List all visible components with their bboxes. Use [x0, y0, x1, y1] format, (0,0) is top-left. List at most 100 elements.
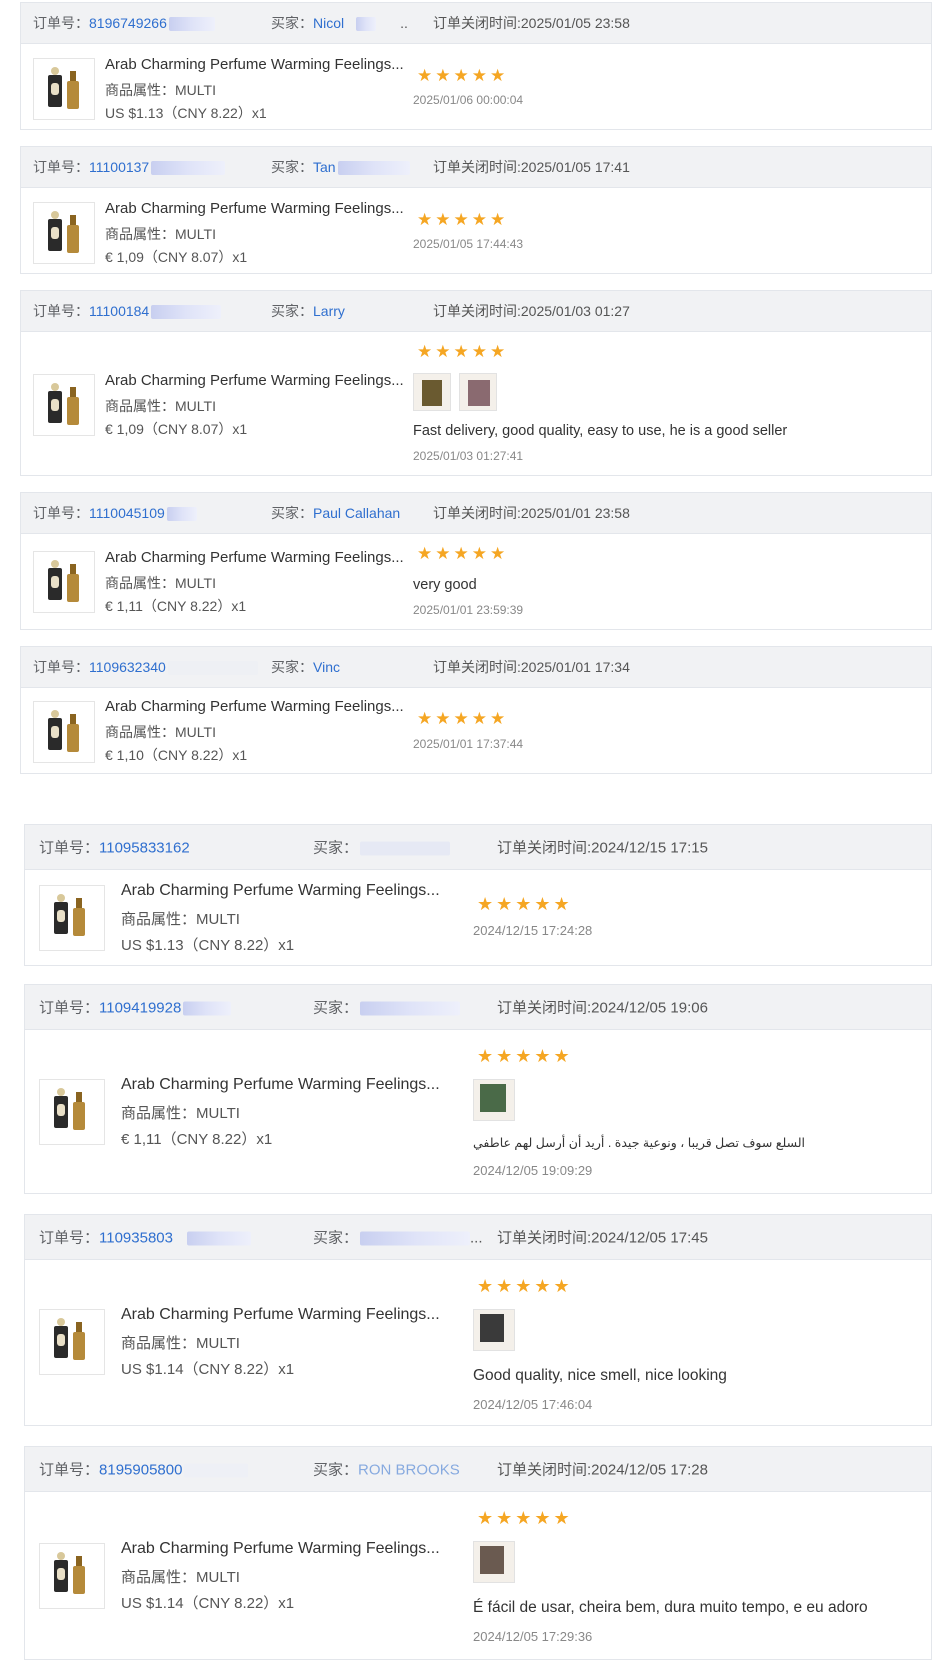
close-time: 订单关闭时间:2025/01/01 23:58 [433, 505, 630, 521]
product-attr: 商品属性：MULTI [105, 226, 216, 242]
order-card: 订单号：11100184 买家：Larry 订单关闭时间:2025/01/03 … [20, 290, 932, 476]
order-header: 订单号：110935803 买家：... 订单关闭时间:2024/12/05 1… [25, 1215, 931, 1260]
rating-stars: ★★★★★ [417, 66, 509, 85]
product-price: € 1,09（CNY 8.07）x1 [105, 249, 248, 265]
order-header: 订单号：11100184 买家：Larry 订单关闭时间:2025/01/03 … [21, 291, 931, 332]
order-number-link[interactable]: 11095833162 [99, 840, 190, 857]
order-number-link[interactable]: 1109632340 [89, 659, 166, 675]
review-date: 2024/12/05 17:46:04 [473, 1397, 593, 1412]
close-time: 订单关闭时间:2024/12/05 19:06 [497, 999, 708, 1017]
product-attr: 商品属性：MULTI [121, 1335, 240, 1352]
buyer: 买家： [313, 837, 451, 858]
order-card: 订单号：11095833162 买家： 订单关闭时间:2024/12/15 17… [24, 824, 932, 966]
product-image[interactable] [39, 1543, 105, 1609]
review-date: 2025/01/01 17:37:44 [413, 737, 524, 751]
rating-stars: ★★★★★ [417, 342, 509, 361]
product-title[interactable]: Arab Charming Perfume Warming Feelings..… [105, 56, 404, 73]
order-header: 订单号：11100137 买家：Tan 订单关闭时间:2025/01/05 17… [21, 147, 931, 188]
order-card: 订单号：1109419928 买家： 订单关闭时间:2024/12/05 19:… [24, 984, 932, 1194]
product-image[interactable] [39, 1079, 105, 1145]
order-card: 订单号：1110045109 买家：Paul Callahan 订单关闭时间:2… [20, 492, 932, 630]
order-card: 订单号：11100137 买家：Tan 订单关闭时间:2025/01/05 17… [20, 146, 932, 274]
buyer-link[interactable]: RON BROOKS [358, 1462, 460, 1479]
buyer-link[interactable]: Larry [313, 303, 345, 319]
rating-stars: ★★★★★ [477, 1046, 573, 1066]
buyer: 买家：Vinc [271, 659, 340, 675]
product-price: US $1.13（CNY 8.22）x1 [105, 105, 267, 121]
rating-stars: ★★★★★ [417, 709, 509, 728]
order-card: 订单号：1109632340 买家：Vinc 订单关闭时间:2025/01/01… [20, 646, 932, 774]
order-number: 订单号：1110045109 [33, 503, 197, 523]
product-title[interactable]: Arab Charming Perfume Warming Feelings..… [105, 698, 404, 715]
product-price: € 1,11（CNY 8.22）x1 [121, 1131, 273, 1148]
product-title[interactable]: Arab Charming Perfume Warming Feelings..… [121, 1306, 440, 1324]
product-title[interactable]: Arab Charming Perfume Warming Feelings..… [105, 200, 404, 217]
review-photo[interactable] [413, 373, 451, 411]
order-number-link[interactable]: 110935803 [99, 1230, 173, 1247]
review-text: very good [413, 577, 477, 593]
close-time: 订单关闭时间:2025/01/03 01:27 [433, 303, 630, 319]
close-time: 订单关闭时间:2025/01/05 17:41 [433, 159, 630, 175]
product-image[interactable] [33, 58, 95, 120]
product-price: € 1,10（CNY 8.22）x1 [105, 747, 248, 763]
rating-stars: ★★★★★ [477, 1276, 573, 1296]
order-number: 订单号：11095833162 [39, 839, 190, 857]
review-date: 2024/12/05 19:09:29 [473, 1163, 593, 1178]
order-number: 订单号：1109632340 [33, 657, 258, 677]
review-date: 2025/01/05 17:44:43 [413, 237, 524, 251]
product-title[interactable]: Arab Charming Perfume Warming Feelings..… [121, 1076, 440, 1094]
product-title[interactable]: Arab Charming Perfume Warming Feelings..… [121, 882, 440, 900]
buyer: 买家：Nicol.. [271, 15, 408, 32]
review-text: السلع سوف تصل قريبا ، ونوعية جيدة . أريد… [473, 1136, 806, 1150]
review-photo[interactable] [473, 1079, 515, 1121]
buyer: 买家：Tan [271, 157, 410, 177]
product-image[interactable] [33, 701, 95, 763]
order-card: 订单号：8195905800 买家：RON BROOKS 订单关闭时间:2024… [24, 1446, 932, 1660]
product-attr: 商品属性：MULTI [105, 575, 216, 591]
review-text: É fácil de usar, cheira bem, dura muito … [473, 1599, 868, 1616]
product-image[interactable] [33, 374, 95, 436]
rating-stars: ★★★★★ [417, 544, 509, 563]
order-number: 订单号：11100184 [33, 301, 222, 321]
order-header: 订单号：1109419928 买家： 订单关闭时间:2024/12/05 19:… [25, 985, 931, 1030]
order-card: 订单号：110935803 买家：... 订单关闭时间:2024/12/05 1… [24, 1214, 932, 1426]
review-text: Fast delivery, good quality, easy to use… [413, 423, 788, 439]
close-time: 订单关闭时间:2024/12/05 17:45 [497, 1229, 708, 1247]
review-photo[interactable] [473, 1309, 515, 1351]
product-price: US $1.14（CNY 8.22）x1 [121, 1361, 295, 1378]
product-image[interactable] [39, 885, 105, 951]
rating-stars: ★★★★★ [417, 210, 509, 229]
order-number-link[interactable]: 11100184 [89, 303, 149, 319]
product-attr: 商品属性：MULTI [121, 1105, 240, 1122]
product-title[interactable]: Arab Charming Perfume Warming Feelings..… [121, 1540, 440, 1558]
order-number-link[interactable]: 11100137 [89, 159, 149, 175]
order-number-link[interactable]: 8195905800 [99, 1462, 182, 1479]
order-number-link[interactable]: 1110045109 [89, 505, 165, 521]
product-image[interactable] [33, 202, 95, 264]
order-number: 订单号：8196749266 [33, 13, 215, 33]
buyer-link[interactable]: Tan [313, 159, 336, 175]
close-time: 订单关闭时间:2024/12/15 17:15 [497, 839, 708, 857]
buyer: 买家：... [313, 1229, 483, 1247]
review-date: 2024/12/15 17:24:28 [473, 923, 593, 938]
order-number: 订单号：1109419928 [39, 997, 232, 1018]
order-number-link[interactable]: 1109419928 [99, 1000, 181, 1017]
product-attr: 商品属性：MULTI [105, 398, 216, 414]
review-date: 2024/12/05 17:29:36 [473, 1629, 593, 1644]
buyer: 买家：RON BROOKS [313, 1461, 460, 1479]
order-card: 订单号：8196749266 买家：Nicol.. 订单关闭时间:2025/01… [20, 2, 932, 130]
review-photo[interactable] [459, 373, 497, 411]
review-date: 2025/01/06 00:00:04 [413, 93, 524, 107]
buyer-link[interactable]: Paul Callahan [313, 505, 400, 521]
product-image[interactable] [39, 1309, 105, 1375]
buyer-link[interactable]: Nicol [313, 15, 344, 31]
order-header: 订单号：1110045109 买家：Paul Callahan 订单关闭时间:2… [21, 493, 931, 534]
buyer-link[interactable]: Vinc [313, 659, 340, 675]
review-text: Good quality, nice smell, nice looking [473, 1367, 727, 1384]
order-number-link[interactable]: 8196749266 [89, 15, 167, 31]
review-photo[interactable] [473, 1541, 515, 1583]
product-title[interactable]: Arab Charming Perfume Warming Feelings..… [105, 549, 404, 566]
review-date: 2025/01/03 01:27:41 [413, 449, 524, 463]
product-title[interactable]: Arab Charming Perfume Warming Feelings..… [105, 372, 404, 389]
product-image[interactable] [33, 551, 95, 613]
